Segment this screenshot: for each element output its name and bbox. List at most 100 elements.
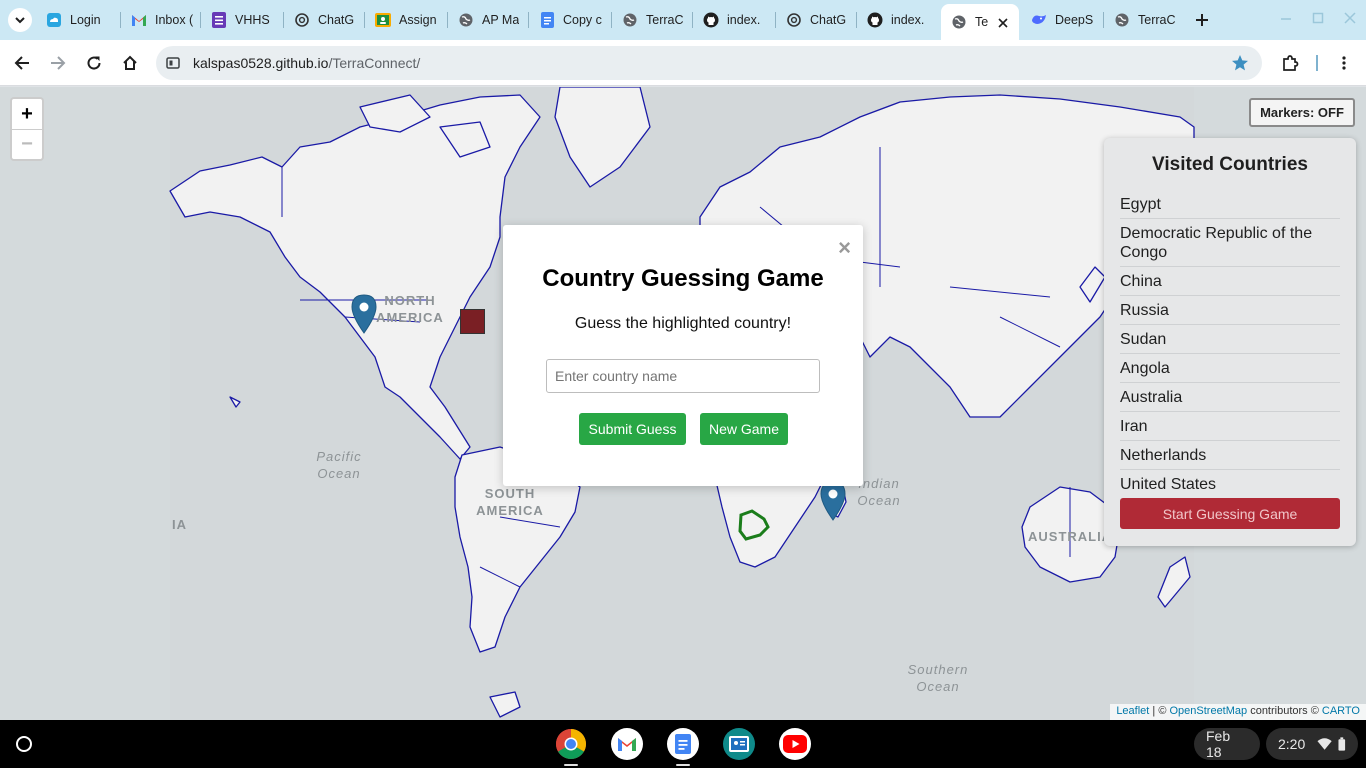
modal-close-button[interactable]: ×: [838, 237, 851, 259]
label-southern-ocean: Southern Ocean: [907, 662, 969, 694]
tab-vhhs[interactable]: VHHS: [201, 0, 283, 40]
tab-chatgpt-2[interactable]: ChatG: [776, 0, 856, 40]
tab-terrac-1[interactable]: TerraC: [612, 0, 692, 40]
list-item: United States: [1120, 476, 1217, 493]
attribution-sep: | ©: [1149, 705, 1170, 717]
tab-active-terraconnect[interactable]: Te: [941, 4, 1019, 40]
modal-subtitle: Guess the highlighted country!: [574, 315, 792, 332]
maximize-button[interactable]: [1310, 10, 1326, 26]
url-path: /TerraConnect/: [328, 55, 421, 71]
tab-label: AP Ma: [482, 13, 520, 27]
back-button[interactable]: [10, 51, 34, 75]
label-asia-fragment: IA: [172, 517, 187, 532]
tab-index-1[interactable]: index.: [693, 0, 775, 40]
gmail-icon: [131, 12, 147, 28]
date-pill[interactable]: Feb 18: [1194, 728, 1260, 760]
gmail-app[interactable]: [611, 728, 643, 760]
youtube-icon: [783, 735, 807, 753]
list-item: Sudan: [1120, 325, 1340, 354]
github-icon: [703, 12, 719, 28]
label-pacific-ocean: Pacific Ocean: [316, 449, 362, 481]
tab-copy[interactable]: Copy c: [529, 0, 611, 40]
leaflet-link[interactable]: Leaflet: [1116, 705, 1149, 717]
deepseek-icon: [1031, 12, 1047, 28]
minimize-icon: [1281, 18, 1291, 20]
tab-inbox[interactable]: Inbox (: [121, 0, 199, 40]
list-item: Australia: [1120, 383, 1340, 412]
reload-button[interactable]: [82, 51, 106, 75]
visited-list: Egypt Democratic Republic of the Congo C…: [1120, 190, 1340, 498]
list-item: Egypt: [1120, 190, 1340, 219]
launcher-button[interactable]: [8, 728, 40, 760]
list-item: Democratic Republic of the Congo: [1120, 219, 1340, 267]
tab-label: VHHS: [235, 13, 270, 27]
toolbar-divider: [1316, 55, 1318, 71]
chrome-app[interactable]: [555, 728, 587, 766]
menu-button[interactable]: [1332, 51, 1356, 75]
forward-button[interactable]: [46, 51, 70, 75]
zoom-in-button[interactable]: +: [12, 99, 42, 129]
address-bar[interactable]: kalspas0528.github.io/TerraConnect/: [156, 46, 1262, 80]
new-game-button[interactable]: New Game: [700, 413, 788, 445]
zoom-out-button[interactable]: −: [12, 129, 42, 159]
submit-guess-button[interactable]: Submit Guess: [579, 413, 686, 445]
list-item: Angola: [1120, 354, 1340, 383]
tab-label: Login: [70, 13, 101, 27]
github-icon: [867, 12, 883, 28]
list-item: Netherlands: [1120, 441, 1340, 470]
start-guessing-game-button[interactable]: Start Guessing Game: [1120, 498, 1340, 529]
globe-icon: [951, 14, 967, 30]
attribution-contrib: contributors ©: [1247, 705, 1322, 717]
new-tab-button[interactable]: [1190, 8, 1214, 32]
tab-label: TerraC: [1138, 13, 1176, 27]
carto-link[interactable]: CARTO: [1322, 705, 1360, 717]
tab-terrac-2[interactable]: TerraC: [1104, 0, 1184, 40]
home-button[interactable]: [118, 51, 142, 75]
tab-login[interactable]: Login: [36, 0, 120, 40]
map-marker[interactable]: [820, 481, 846, 521]
status-area[interactable]: 2:20: [1266, 728, 1358, 760]
browser-toolbar: kalspas0528.github.io/TerraConnect/: [0, 40, 1366, 86]
gmail-icon: [618, 738, 636, 751]
chatgpt-icon: [786, 12, 802, 28]
tab-index-2[interactable]: index.: [857, 0, 939, 40]
docs-app[interactable]: [667, 728, 699, 766]
tab-deepseek[interactable]: DeepS: [1021, 0, 1103, 40]
map-marker[interactable]: [351, 294, 377, 334]
classroom-icon: [375, 12, 391, 28]
reload-icon: [87, 56, 101, 70]
minimize-button[interactable]: [1278, 10, 1294, 26]
globe-icon: [458, 12, 474, 28]
photo-marker[interactable]: [460, 309, 485, 334]
url-text: kalspas0528.github.io/TerraConnect/: [193, 55, 420, 71]
classroom-icon: [729, 736, 749, 752]
extensions-button[interactable]: [1278, 51, 1302, 75]
markers-toggle-button[interactable]: Markers: OFF: [1249, 98, 1355, 127]
tab-assign[interactable]: Assign: [365, 0, 447, 40]
site-info-icon[interactable]: [164, 54, 182, 72]
map-attribution: Leaflet | © OpenStreetMap contributors ©…: [1110, 704, 1366, 720]
osm-link[interactable]: OpenStreetMap: [1169, 705, 1247, 717]
tab-search-button[interactable]: [8, 8, 32, 32]
docs-icon: [539, 12, 555, 28]
tab-label: Copy c: [563, 13, 602, 27]
tab-label: index.: [727, 13, 761, 27]
list-item: Russia: [1120, 296, 1340, 325]
classroom-app[interactable]: [723, 728, 755, 760]
tab-ap-ma[interactable]: AP Ma: [448, 0, 528, 40]
tab-chatgpt[interactable]: ChatG: [284, 0, 364, 40]
tab-label: Assign: [399, 13, 437, 27]
bookmark-star-icon[interactable]: [1230, 53, 1250, 73]
forms-icon: [211, 12, 227, 28]
running-indicator: [564, 764, 578, 766]
running-indicator: [676, 764, 690, 766]
country-guess-input[interactable]: [546, 359, 820, 393]
tab-label: Inbox (: [155, 13, 194, 27]
close-tab-icon[interactable]: [995, 15, 1011, 31]
close-window-button[interactable]: [1342, 10, 1358, 26]
list-item: Iran: [1120, 412, 1340, 441]
map-pin-icon: [820, 481, 846, 521]
youtube-app[interactable]: [779, 728, 811, 760]
world-map[interactable]: NORTH AMERICA SOUTH AMERICA AUSTRALIA IA…: [0, 87, 1366, 720]
clock-time: 2:20: [1278, 736, 1306, 752]
